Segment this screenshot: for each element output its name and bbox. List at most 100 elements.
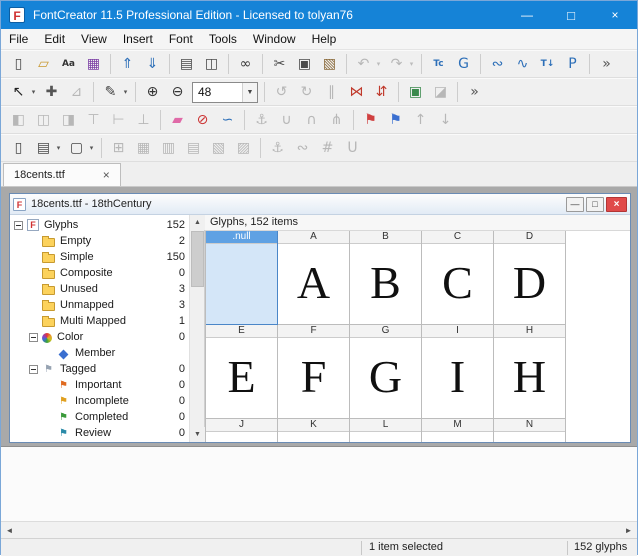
kerning-pairs-button[interactable]: ∾ bbox=[486, 53, 509, 76]
document-minimize-button[interactable]: — bbox=[566, 197, 584, 212]
tree-item-color[interactable]: Color0 bbox=[10, 329, 189, 345]
find-button[interactable]: ∞ bbox=[234, 53, 257, 76]
glyph-cell-f[interactable]: FF bbox=[278, 325, 350, 419]
tree-item-unused[interactable]: Unused3 bbox=[10, 281, 189, 297]
tree-item-glyphs[interactable]: FGlyphs152 bbox=[10, 217, 189, 233]
zoom-level-combo[interactable]: 48▼ bbox=[192, 82, 258, 103]
tree-item-composite[interactable]: Composite0 bbox=[10, 265, 189, 281]
opentype-designer-button[interactable]: ∿ bbox=[511, 53, 534, 76]
new-composite-button[interactable]: ▢ bbox=[65, 137, 88, 160]
font-overview-button[interactable]: Aa bbox=[57, 53, 80, 76]
menu-item-window[interactable]: Window bbox=[245, 30, 304, 48]
document-close-button[interactable]: × bbox=[606, 197, 627, 212]
tree-item-member[interactable]: Member bbox=[10, 345, 189, 361]
tab-close-icon[interactable]: × bbox=[103, 168, 110, 182]
dropdown-arrow-icon[interactable]: ▾ bbox=[121, 88, 130, 96]
glyph-cell-d[interactable]: DD bbox=[494, 231, 566, 325]
font-settings-button[interactable]: P bbox=[561, 53, 584, 76]
close-button[interactable]: × bbox=[593, 1, 637, 29]
minimize-button[interactable]: — bbox=[505, 1, 549, 29]
toolbar-overflow-button[interactable]: » bbox=[595, 53, 618, 76]
dropdown-arrow-icon[interactable]: ▾ bbox=[29, 88, 38, 96]
tree-item-multi-mapped[interactable]: Multi Mapped1 bbox=[10, 313, 189, 329]
insert-characters-button[interactable]: T↓ bbox=[536, 53, 559, 76]
glyph-cell-a[interactable]: AA bbox=[278, 231, 350, 325]
export-image-button[interactable]: ⇓ bbox=[141, 53, 164, 76]
contour-tool-button[interactable]: ✎ bbox=[99, 81, 122, 104]
menu-item-view[interactable]: View bbox=[73, 30, 115, 48]
insert-glyph-button[interactable]: ▤ bbox=[32, 137, 55, 160]
collapse-icon[interactable] bbox=[29, 333, 38, 342]
tree-item-tagged[interactable]: ⚑Tagged0 bbox=[10, 361, 189, 377]
dropdown-arrow-icon[interactable]: ▾ bbox=[87, 144, 96, 152]
export-font-button[interactable]: ⇑ bbox=[116, 53, 139, 76]
document-window-titlebar[interactable]: F 18cents.ttf - 18thCentury — □ × bbox=[10, 194, 630, 215]
toolbar-overflow-button[interactable]: » bbox=[463, 81, 486, 104]
zoom-out-button[interactable]: ⊖ bbox=[166, 81, 189, 104]
menu-item-insert[interactable]: Insert bbox=[115, 30, 161, 48]
curve-tool-button[interactable]: ∽ bbox=[216, 109, 239, 132]
glyph-cell-g[interactable]: GG bbox=[350, 325, 422, 419]
delete-contour-button[interactable]: ⊘ bbox=[191, 109, 214, 132]
select-tool-button[interactable]: ↖ bbox=[7, 81, 30, 104]
flip-vertical-button[interactable]: ⇵ bbox=[370, 81, 393, 104]
glyph-cell-null[interactable]: .null bbox=[206, 231, 278, 325]
glyph-cell-m[interactable]: MM bbox=[422, 419, 494, 442]
glyph-cell-k[interactable]: KK bbox=[278, 419, 350, 442]
menu-item-font[interactable]: Font bbox=[161, 30, 201, 48]
collapse-icon[interactable] bbox=[29, 365, 38, 374]
menu-item-edit[interactable]: Edit bbox=[36, 30, 73, 48]
menu-item-help[interactable]: Help bbox=[304, 30, 345, 48]
scroll-right-icon[interactable]: ► bbox=[620, 522, 637, 538]
tag-review-button[interactable]: ⚑ bbox=[384, 109, 407, 132]
tree-item-empty[interactable]: Empty2 bbox=[10, 233, 189, 249]
cut-button[interactable]: ✂ bbox=[268, 53, 291, 76]
tree-item-review[interactable]: ⚑Review0 bbox=[10, 425, 189, 441]
glyph-cell-i[interactable]: II bbox=[422, 325, 494, 419]
glyph-transformer-button[interactable]: Tc bbox=[427, 53, 450, 76]
glyph-cell-j[interactable]: JJ bbox=[206, 419, 278, 442]
insert-image-button[interactable]: ▣ bbox=[404, 81, 427, 104]
pan-tool-button[interactable]: ✚ bbox=[40, 81, 63, 104]
tree-scrollbar[interactable]: ▲ ▼ bbox=[189, 215, 204, 442]
maximize-button[interactable]: □ bbox=[549, 1, 593, 29]
paste-button[interactable]: ▧ bbox=[318, 53, 341, 76]
glyph-cell-h[interactable]: HH bbox=[494, 325, 566, 419]
tree-item-simple[interactable]: Simple150 bbox=[10, 249, 189, 265]
autonaming-button[interactable]: G bbox=[452, 53, 475, 76]
copy-button[interactable]: ▣ bbox=[293, 53, 316, 76]
glyph-cell-c[interactable]: CC bbox=[422, 231, 494, 325]
glyph-cell-l[interactable]: LL bbox=[350, 419, 422, 442]
tree-item-workspace[interactable]: ⚑Workspace bbox=[10, 441, 189, 442]
flip-horizontal-button[interactable]: ⋈ bbox=[345, 81, 368, 104]
tree-item-unmapped[interactable]: Unmapped3 bbox=[10, 297, 189, 313]
new-font-button[interactable]: ▯ bbox=[7, 53, 30, 76]
scrollbar-thumb[interactable] bbox=[191, 231, 204, 287]
print-button[interactable]: ▤ bbox=[175, 53, 198, 76]
menu-item-file[interactable]: File bbox=[1, 30, 36, 48]
tree-item-count: 0 bbox=[179, 379, 185, 391]
print-preview-button[interactable]: ◫ bbox=[200, 53, 223, 76]
tag-important-button[interactable]: ⚑ bbox=[359, 109, 382, 132]
zoom-in-button[interactable]: ⊕ bbox=[141, 81, 164, 104]
document-maximize-button[interactable]: □ bbox=[586, 197, 604, 212]
glyph-cell-b[interactable]: BB bbox=[350, 231, 422, 325]
menu-item-tools[interactable]: Tools bbox=[201, 30, 245, 48]
open-font-button[interactable]: ▱ bbox=[32, 53, 55, 76]
document-tab[interactable]: 18cents.ttf × bbox=[3, 163, 121, 186]
eraser-tool-button[interactable]: ▰ bbox=[166, 109, 189, 132]
scroll-up-icon[interactable]: ▲ bbox=[190, 215, 205, 230]
add-glyphs-button[interactable]: ▯ bbox=[7, 137, 30, 160]
dropdown-arrow-icon[interactable]: ▾ bbox=[54, 144, 63, 152]
collapse-icon[interactable] bbox=[14, 221, 23, 230]
tree-item-important[interactable]: ⚑Important0 bbox=[10, 377, 189, 393]
glyph-cell-n[interactable]: NN bbox=[494, 419, 566, 442]
scroll-down-icon[interactable]: ▼ bbox=[190, 427, 205, 442]
glyph-cell-e[interactable]: EE bbox=[206, 325, 278, 419]
tree-item-incomplete[interactable]: ⚑Incomplete0 bbox=[10, 393, 189, 409]
tree-item-completed[interactable]: ⚑Completed0 bbox=[10, 409, 189, 425]
save-font-button[interactable]: ▦ bbox=[82, 53, 105, 76]
scroll-left-icon[interactable]: ◄ bbox=[1, 522, 18, 538]
chevron-down-icon[interactable]: ▼ bbox=[242, 83, 257, 102]
horizontal-scrollbar[interactable]: ◄ ► bbox=[1, 521, 637, 538]
